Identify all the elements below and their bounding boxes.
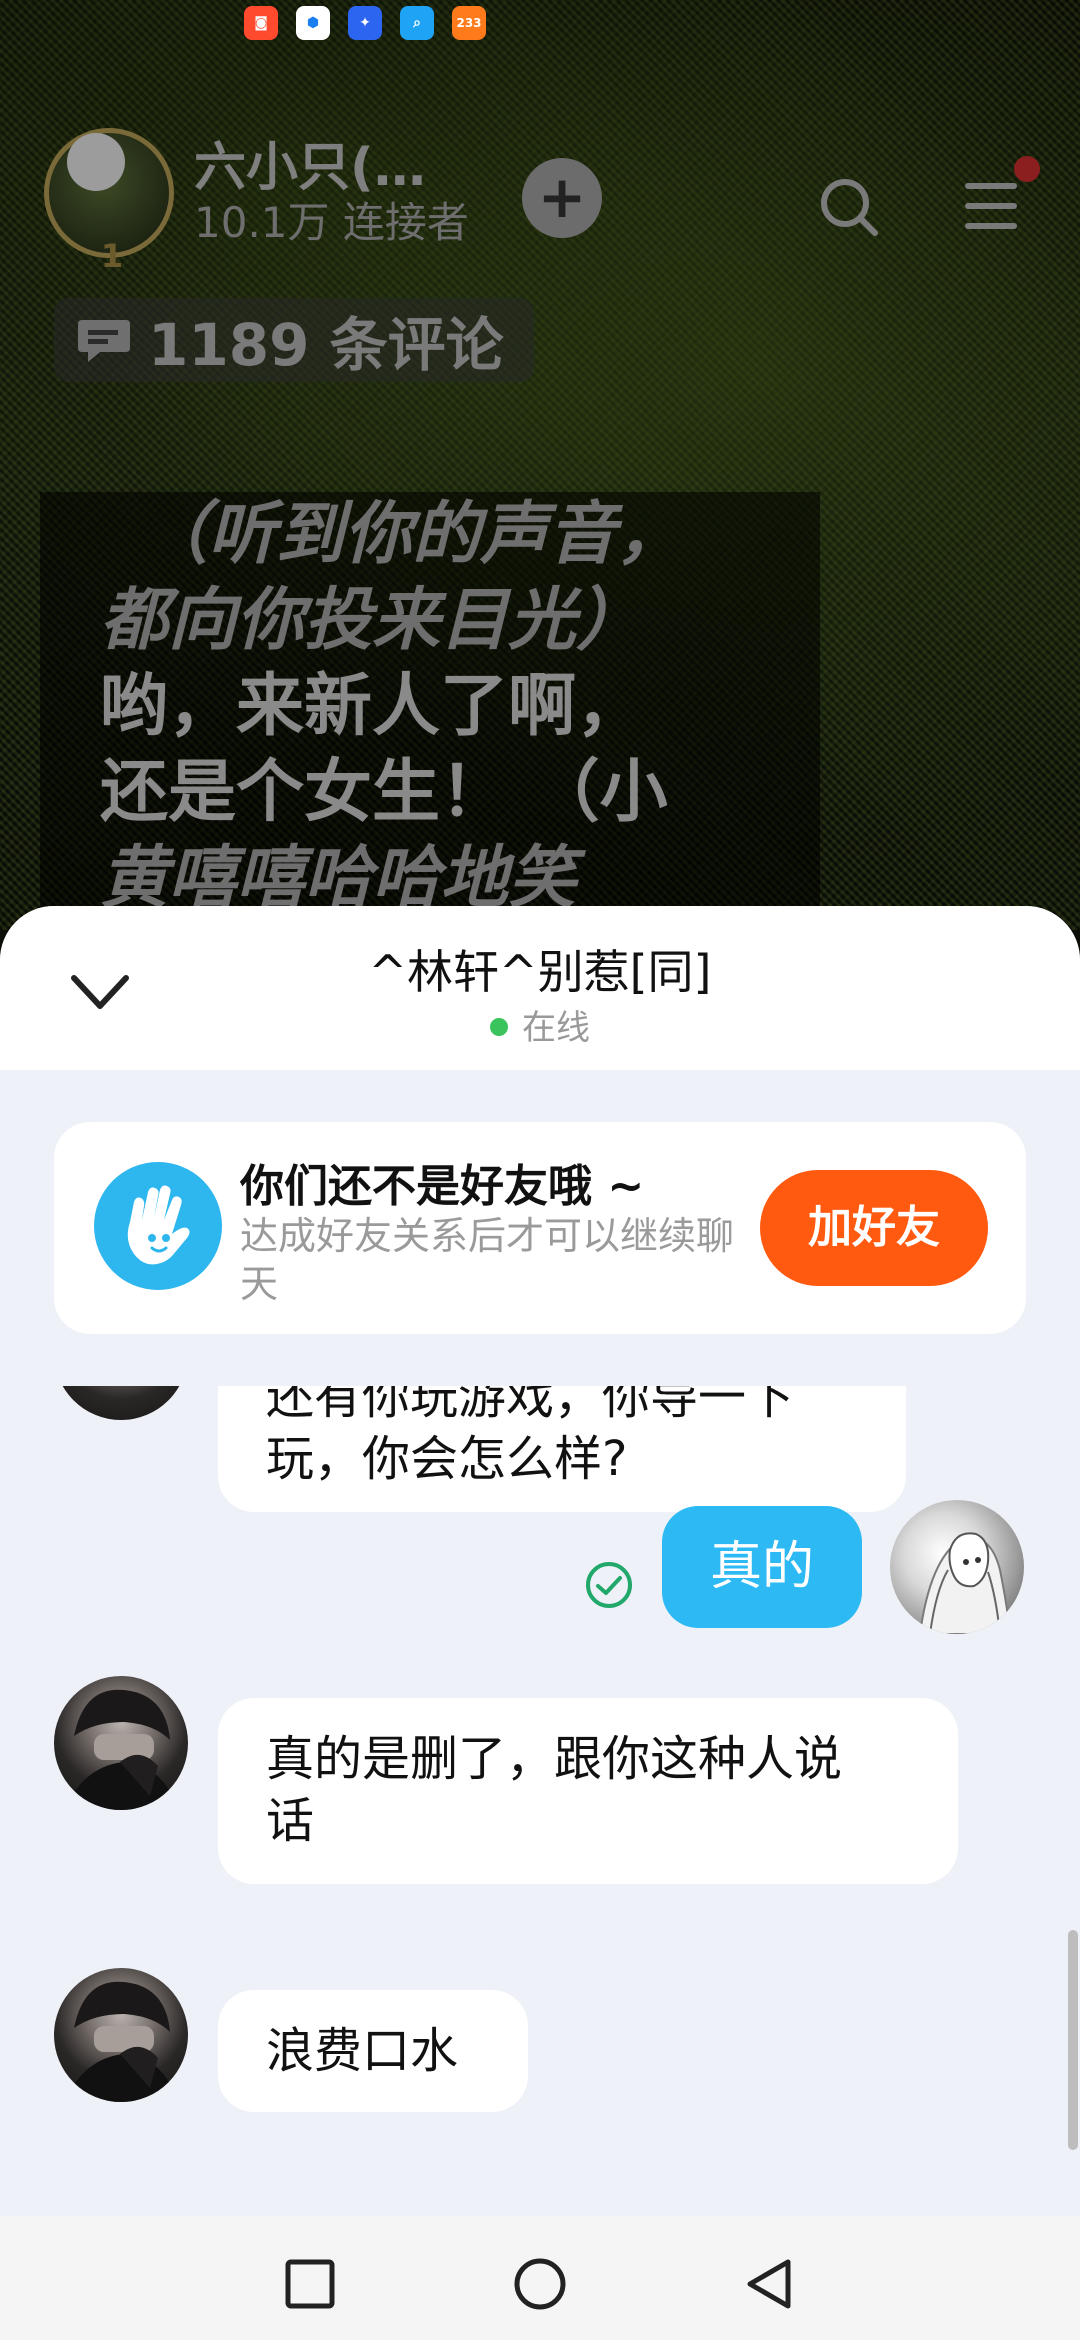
online-status: 在线	[0, 1000, 1080, 1049]
caption-line: 还是个女生！ （小	[100, 753, 668, 832]
home-icon[interactable]	[510, 2254, 570, 2314]
read-check-icon	[586, 1562, 632, 1608]
caption-line: 哟，来新人了啊，	[100, 667, 645, 746]
online-status-label: 在线	[522, 1008, 590, 1048]
233-app-icon: 233	[452, 6, 486, 40]
add-friend-card: 你们还不是好友哦 ~ 达成好友关系后才可以继续聊天 加好友	[54, 1122, 1026, 1334]
comment-count-label: 1189 条评论	[148, 311, 504, 379]
peer-avatar[interactable]	[54, 1386, 188, 1420]
author-avatar[interactable]: 1	[44, 128, 174, 275]
follow-plus-button[interactable]: +	[522, 158, 602, 238]
message-list[interactable]: 还有你玩游戏，你导一下 玩，你会怎么样? 真的 真的是删了，跟你这种人说 话 浪…	[0, 1386, 1080, 2166]
avatar-indicator-dot	[67, 133, 125, 191]
status-bar-notifications: ◙ ⬢ ✦ ⌕ 233	[244, 6, 486, 40]
peer-message-bubble[interactable]: 真的是删了，跟你这种人说 话	[218, 1698, 958, 1884]
friend-card-subtitle: 达成好友关系后才可以继续聊天	[240, 1214, 735, 1306]
author-rank-badge: 1	[100, 237, 124, 275]
comment-count-button[interactable]: 1189 条评论	[54, 298, 534, 382]
author-name[interactable]: 六小只(…	[194, 138, 469, 198]
shield-app-icon: ⬢	[296, 6, 330, 40]
message-text-line: 话	[266, 1793, 315, 1849]
friend-card-title: 你们还不是好友哦 ~	[240, 1161, 645, 1212]
chat-peer-name: ^林轩^别惹[同]	[368, 945, 712, 999]
peer-message-bubble[interactable]: 浪费口水	[218, 1990, 528, 2112]
search-icon[interactable]	[818, 176, 880, 238]
scrollbar-thumb[interactable]	[1068, 1930, 1078, 2150]
comment-icon	[78, 320, 130, 362]
system-nav-bar	[0, 2216, 1080, 2340]
caption-line: 都向你投来目光）	[100, 581, 645, 660]
online-dot-icon	[490, 1017, 508, 1036]
search-app-icon: ⌕	[400, 6, 434, 40]
my-avatar[interactable]	[890, 1500, 1024, 1634]
message-text-line: 玩，你会怎么样?	[266, 1431, 628, 1487]
author-fans-count: 10.1万 连接者	[194, 198, 469, 247]
message-text-line: 还有你玩游戏，你导一下	[266, 1386, 795, 1425]
message-text-line: 真的是删了，跟你这种人说	[266, 1731, 843, 1787]
author-row[interactable]: 1 六小只(… 10.1万 连接者	[44, 128, 469, 275]
video-background: ◙ ⬢ ✦ ⌕ 233 1 六小只(… 10.1万 连接者 + 1189 条评论	[0, 0, 1080, 932]
hand-wave-icon	[94, 1162, 222, 1290]
message-text-line: 浪费口水	[266, 2023, 459, 2079]
my-message-bubble[interactable]: 真的	[662, 1506, 862, 1628]
bulb-app-icon: ✦	[348, 6, 382, 40]
peer-avatar[interactable]	[54, 1676, 188, 1810]
menu-notification-dot	[1014, 156, 1040, 182]
chat-sheet: ^林轩^别惹[同] 在线 你们还不是好友哦 ~ 达成好友关系后才可以继续聊天 加…	[0, 906, 1080, 2340]
caption-line: （听到你的声音，	[140, 495, 685, 574]
peer-avatar[interactable]	[54, 1968, 188, 2102]
menu-icon[interactable]	[960, 178, 1022, 234]
add-friend-button[interactable]: 加好友	[760, 1170, 988, 1286]
peer-message-bubble[interactable]: 还有你玩游戏，你导一下 玩，你会怎么样?	[218, 1386, 906, 1512]
back-icon[interactable]	[740, 2254, 800, 2314]
kuaishou-app-icon: ◙	[244, 6, 278, 40]
chat-header: ^林轩^别惹[同] 在线	[0, 906, 1080, 1070]
recent-apps-icon[interactable]	[280, 2254, 340, 2314]
video-caption: （听到你的声音， 都向你投来目光） 哟，来新人了啊， 还是个女生！ （小 黄嘻嘻…	[40, 492, 820, 932]
